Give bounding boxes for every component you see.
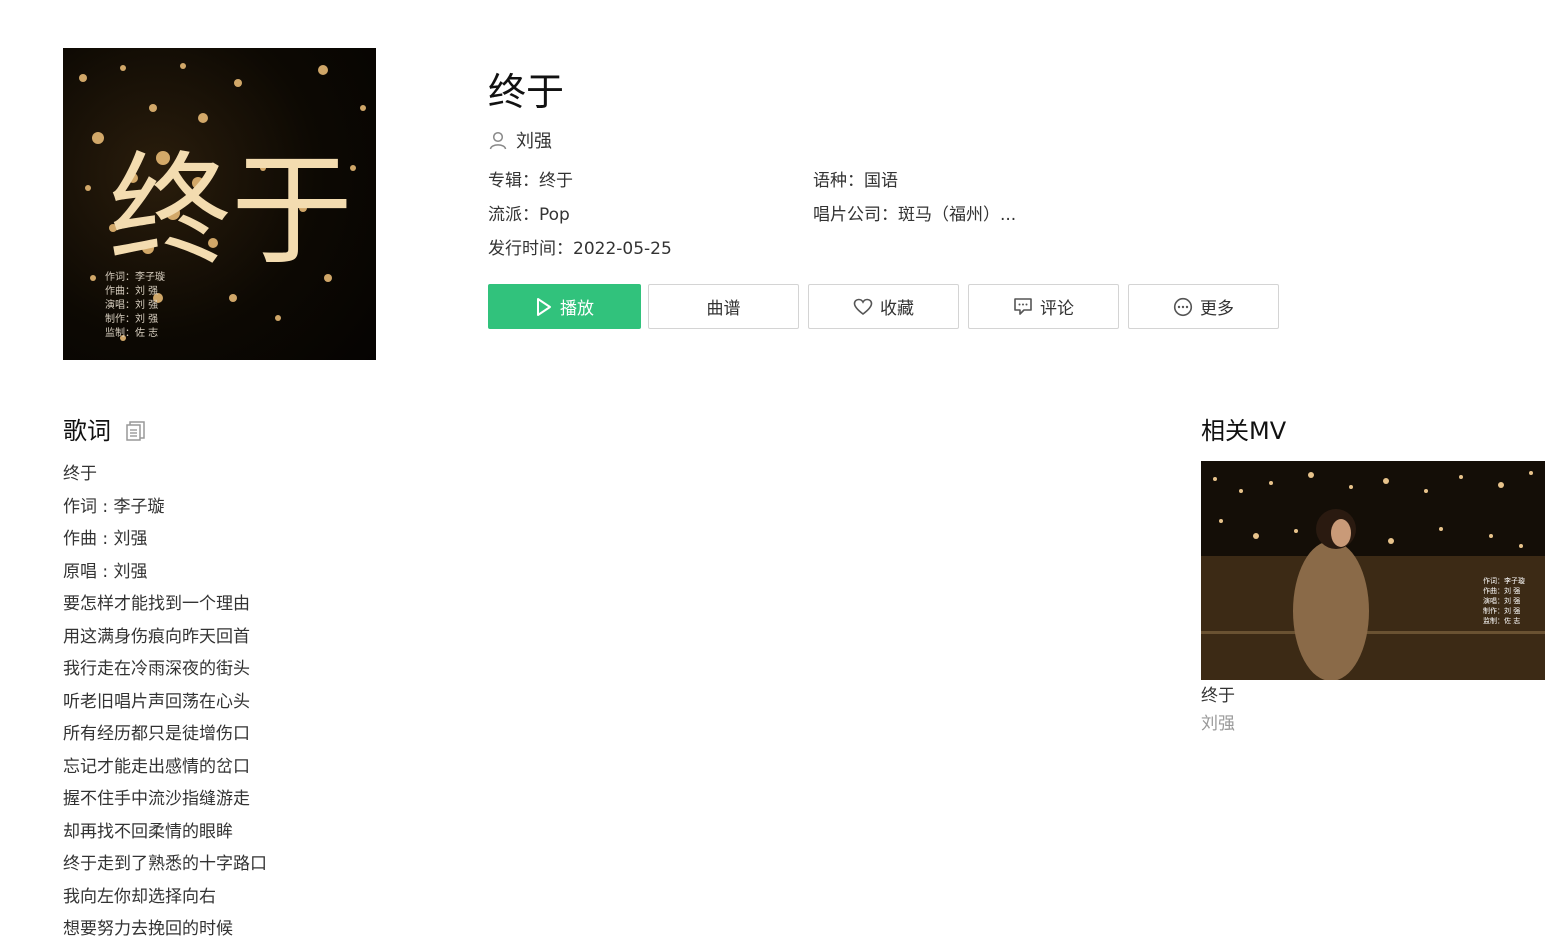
mv-singer[interactable]: 刘强 — [1201, 712, 1235, 736]
score-button[interactable]: 曲谱 — [648, 284, 799, 329]
lyric-line: 作词 : 李子璇 — [63, 496, 165, 517]
score-label: 曲谱 — [706, 299, 741, 319]
lyric-line: 要怎样才能找到一个理由 — [63, 594, 250, 614]
mv-thumbnail[interactable]: 作词：李子璇 作曲：刘 强 演唱：刘 强 制作：刘 强 监制：佐 志 — [1201, 461, 1545, 680]
language-value: 国语 — [864, 171, 898, 191]
mv-thumbnail-image: 作词：李子璇 作曲：刘 强 演唱：刘 强 制作：刘 强 监制：佐 志 — [1201, 461, 1545, 680]
mv-credit: 监制：佐 志 — [1483, 616, 1520, 625]
comment-button[interactable]: 评论 — [968, 284, 1119, 329]
copy-icon[interactable] — [125, 420, 147, 442]
mv-credit: 制作：刘 强 — [1483, 606, 1520, 615]
cover-artwork: 终于 作词：李子璇 作曲：刘 强 演唱：刘 强 制作：刘 强 监制：佐 志 — [79, 63, 366, 341]
comment-label: 评论 — [1040, 299, 1074, 319]
favorite-label: 收藏 — [880, 299, 914, 319]
release-label: 发行时间： — [488, 239, 573, 259]
singer-link[interactable]: 刘强 — [516, 127, 552, 153]
more-label: 更多 — [1200, 299, 1234, 319]
lyric-line: 我行走在冷雨深夜的街头 — [63, 659, 250, 679]
language-info: 语种：国语 — [813, 169, 898, 193]
user-icon — [489, 131, 507, 150]
mv-credit: 演唱：刘 强 — [1483, 596, 1520, 605]
mv-title[interactable]: 终于 — [1201, 684, 1235, 708]
album-info: 专辑：终于 — [488, 169, 573, 193]
company-label: 唱片公司： — [813, 205, 898, 225]
cover-credit: 制作：刘 强 — [105, 312, 158, 325]
genre-info: 流派：Pop — [488, 203, 570, 227]
related-mv-heading: 相关MV — [1201, 417, 1287, 445]
more-icon — [1173, 297, 1193, 316]
play-icon — [537, 297, 551, 316]
company-info: 唱片公司：斑马（福州）... — [813, 203, 1016, 227]
play-button[interactable]: 播放 — [488, 284, 641, 329]
cover-credit: 作词：李子璇 — [105, 270, 165, 283]
lyric-line: 忘记才能走出感情的岔口 — [63, 756, 250, 777]
song-title: 终于 — [488, 70, 565, 114]
language-label: 语种： — [813, 171, 864, 191]
cover-credit: 作曲：刘 强 — [105, 285, 158, 297]
lyric-line: 却再找不回柔情的眼眸 — [63, 821, 233, 842]
release-info: 发行时间：2022-05-25 — [488, 237, 672, 261]
album-cover: 终于 作词：李子璇 作曲：刘 强 演唱：刘 强 制作：刘 强 监制：佐 志 — [63, 48, 376, 360]
lyric-line: 用这满身伤痕向昨天回首 — [63, 626, 250, 647]
mv-credit: 作曲：刘 强 — [1483, 586, 1520, 595]
play-label: 播放 — [560, 299, 594, 319]
lyric-line: 我向左你却选择向右 — [63, 886, 216, 907]
lyric-line: 原唱 : 刘强 — [63, 561, 148, 582]
lyric-line: 握不住手中流沙指缝游走 — [63, 789, 250, 809]
cover-credit: 演唱：刘 强 — [105, 298, 158, 311]
more-button[interactable]: 更多 — [1128, 284, 1279, 329]
heart-icon — [853, 298, 873, 315]
lyrics-list: 终于 作词 : 李子璇 作曲 : 刘强 原唱 : 刘强 要怎样才能找到一个理由 … — [63, 458, 267, 946]
lyrics-heading: 歌词 — [63, 417, 111, 445]
lyric-line: 听老旧唱片声回荡在心头 — [63, 691, 250, 712]
cover-credit: 监制：佐 志 — [105, 326, 158, 339]
genre-label: 流派： — [488, 205, 539, 225]
lyric-line: 想要努力去挽回的时候 — [63, 919, 233, 939]
genre-value: Pop — [539, 205, 570, 225]
favorite-button[interactable]: 收藏 — [808, 284, 959, 329]
cover-title-text: 终于 — [109, 140, 353, 282]
lyric-line: 所有经历都只是徒增伤口 — [63, 724, 250, 744]
singer-row: 刘强 — [488, 127, 552, 153]
album-label: 专辑： — [488, 171, 539, 191]
lyric-line: 终于 — [63, 464, 97, 484]
company-value: 斑马（福州）... — [898, 205, 1017, 225]
lyric-line: 作曲 : 刘强 — [63, 529, 148, 549]
mv-credit: 作词：李子璇 — [1483, 576, 1525, 585]
lyric-line: 终于走到了熟悉的十字路口 — [63, 854, 267, 874]
release-date: 2022-05-25 — [573, 239, 672, 259]
comment-icon — [1014, 298, 1032, 315]
album-value[interactable]: 终于 — [539, 171, 573, 191]
